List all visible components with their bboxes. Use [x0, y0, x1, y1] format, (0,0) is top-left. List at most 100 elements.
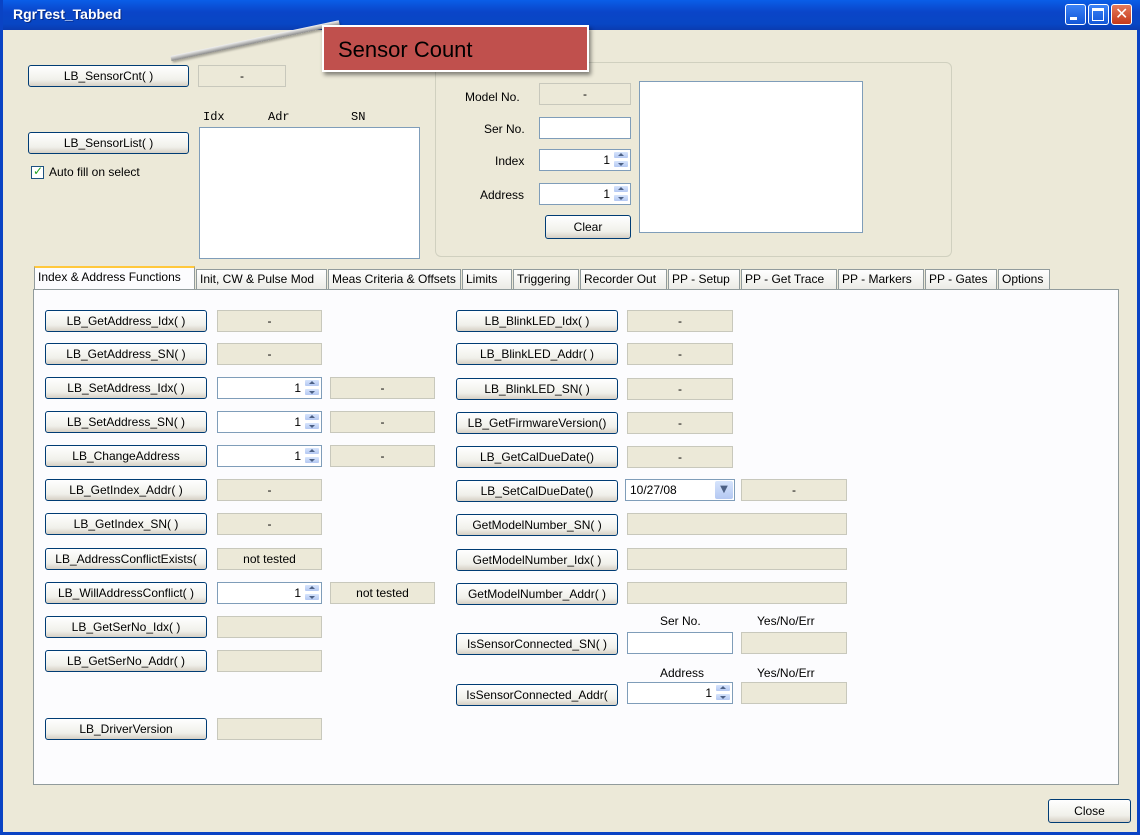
sensor-count-callout: Sensor Count — [322, 25, 589, 72]
get-index-addr-button[interactable]: LB_GetIndex_Addr( ) — [45, 479, 207, 501]
get-serno-idx-button[interactable]: LB_GetSerNo_Idx( ) — [45, 616, 207, 638]
spinner-value: 1 — [294, 415, 301, 429]
address-conflict-exists-value: not tested — [217, 548, 322, 570]
change-address-spinner[interactable]: 1 — [217, 445, 322, 467]
chevron-down-icon[interactable]: ▼ — [715, 481, 733, 499]
spinner-arrows-icon[interactable] — [613, 185, 629, 203]
tab-triggering[interactable]: Triggering — [513, 269, 579, 289]
address-spinner[interactable]: 1 — [539, 183, 631, 205]
ser-no-input[interactable] — [539, 117, 631, 139]
column-sn-header: SN — [351, 110, 366, 124]
set-address-idx-spinner[interactable]: 1 — [217, 377, 322, 399]
column-adr-header: Adr — [268, 110, 290, 124]
tab-pp-get-trace[interactable]: PP - Get Trace — [741, 269, 837, 289]
get-model-number-addr-button[interactable]: GetModelNumber_Addr( ) — [456, 583, 618, 605]
close-icon: ✕ — [1115, 4, 1129, 23]
maximize-icon — [1092, 8, 1104, 21]
get-index-sn-button[interactable]: LB_GetIndex_SN( ) — [45, 513, 207, 535]
is-sensor-connected-sn-button[interactable]: IsSensorConnected_SN( ) — [456, 633, 618, 655]
tab-recorder-out[interactable]: Recorder Out — [580, 269, 667, 289]
get-firmware-version-value: - — [627, 412, 733, 434]
blink-led-idx-value: - — [627, 310, 733, 332]
tab-pp-markers[interactable]: PP - Markers — [838, 269, 924, 289]
is-sensor-connected-addr-value — [741, 682, 847, 704]
set-cal-due-date-button[interactable]: LB_SetCalDueDate() — [456, 480, 618, 502]
get-model-number-idx-button[interactable]: GetModelNumber_Idx( ) — [456, 549, 618, 571]
get-model-number-sn-value — [627, 513, 847, 535]
set-cal-due-date-value: - — [741, 479, 847, 501]
get-address-idx-button[interactable]: LB_GetAddress_Idx( ) — [45, 310, 207, 332]
change-address-button[interactable]: LB_ChangeAddress — [45, 445, 207, 467]
tab-options[interactable]: Options — [998, 269, 1050, 289]
spinner-arrows-icon[interactable] — [715, 684, 731, 702]
sensor-list-box[interactable] — [199, 127, 420, 259]
index-label: Index — [495, 154, 525, 168]
index-spinner[interactable]: 1 — [539, 149, 631, 171]
minimize-button[interactable] — [1065, 4, 1086, 25]
spinner-arrows-icon[interactable] — [304, 447, 320, 465]
will-address-conflict-button[interactable]: LB_WillAddressConflict( ) — [45, 582, 207, 604]
close-window-button[interactable]: ✕ — [1111, 4, 1132, 25]
tab-pp-setup[interactable]: PP - Setup — [668, 269, 740, 289]
spinner-arrows-icon[interactable] — [304, 379, 320, 397]
clear-button[interactable]: Clear — [545, 215, 631, 239]
set-address-sn-button[interactable]: LB_SetAddress_SN( ) — [45, 411, 207, 433]
change-address-value: - — [330, 445, 435, 467]
driver-version-button[interactable]: LB_DriverVersion — [45, 718, 207, 740]
is-sensor-connected-sn-input[interactable] — [627, 632, 733, 654]
set-address-sn-spinner[interactable]: 1 — [217, 411, 322, 433]
tab-index-address[interactable]: Index & Address Functions — [34, 266, 195, 290]
blink-led-sn-button[interactable]: LB_BlinkLED_SN( ) — [456, 378, 618, 400]
get-cal-due-date-button[interactable]: LB_GetCalDueDate() — [456, 446, 618, 468]
get-model-number-idx-value — [627, 548, 847, 570]
app-window: RgrTest_Tabbed ✕ LB_SensorCnt( ) - Idx A… — [0, 0, 1140, 835]
cal-date-picker[interactable]: 10/27/08 ▼ — [625, 479, 735, 501]
tab-limits[interactable]: Limits — [462, 269, 512, 289]
address-header: Address — [660, 666, 705, 680]
sensor-details-box[interactable] — [639, 81, 863, 233]
blink-led-idx-button[interactable]: LB_BlinkLED_Idx( ) — [456, 310, 618, 332]
sensor-count-button[interactable]: LB_SensorCnt( ) — [28, 65, 189, 87]
sensor-list-button[interactable]: LB_SensorList( ) — [28, 132, 189, 154]
address-conflict-exists-button[interactable]: LB_AddressConflictExists( — [45, 548, 207, 570]
ser-no-header: Ser No. — [660, 614, 701, 628]
autofill-checkbox[interactable]: ✓ — [31, 164, 44, 179]
index-value: 1 — [603, 153, 610, 167]
ser-no-label: Ser No. — [484, 122, 525, 136]
blink-led-sn-value: - — [627, 378, 733, 400]
get-cal-due-date-value: - — [627, 446, 733, 468]
get-address-sn-button[interactable]: LB_GetAddress_SN( ) — [45, 343, 207, 365]
close-button[interactable]: Close — [1048, 799, 1131, 823]
spinner-arrows-icon[interactable] — [613, 151, 629, 169]
get-address-idx-value: - — [217, 310, 322, 332]
model-no-value: - — [539, 83, 631, 105]
spinner-arrows-icon[interactable] — [304, 584, 320, 602]
cal-date-value: 10/27/08 — [630, 483, 677, 497]
yes-no-err-header: Yes/No/Err — [757, 666, 815, 680]
spinner-arrows-icon[interactable] — [304, 413, 320, 431]
maximize-button[interactable] — [1088, 4, 1109, 25]
set-address-idx-value: - — [330, 377, 435, 399]
get-serno-idx-value — [217, 616, 322, 638]
is-sensor-connected-addr-button[interactable]: IsSensorConnected_Addr( — [456, 684, 618, 706]
spinner-value: 1 — [294, 381, 301, 395]
get-firmware-version-button[interactable]: LB_GetFirmwareVersion() — [456, 412, 618, 434]
blink-led-addr-button[interactable]: LB_BlinkLED_Addr( ) — [456, 343, 618, 365]
get-model-number-sn-button[interactable]: GetModelNumber_SN( ) — [456, 514, 618, 536]
will-address-conflict-value: not tested — [330, 582, 435, 604]
get-serno-addr-value — [217, 650, 322, 672]
get-serno-addr-button[interactable]: LB_GetSerNo_Addr( ) — [45, 650, 207, 672]
tab-init-cw-pulse[interactable]: Init, CW & Pulse Mod — [196, 269, 327, 289]
blink-led-addr-value: - — [627, 343, 733, 365]
will-address-conflict-spinner[interactable]: 1 — [217, 582, 322, 604]
model-no-label: Model No. — [465, 90, 520, 104]
set-address-sn-value: - — [330, 411, 435, 433]
tab-meas-criteria[interactable]: Meas Criteria & Offsets — [328, 269, 461, 289]
yes-no-err-header: Yes/No/Err — [757, 614, 815, 628]
spinner-value: 1 — [294, 449, 301, 463]
spinner-value: 1 — [294, 586, 301, 600]
tab-pp-gates[interactable]: PP - Gates — [925, 269, 997, 289]
is-sensor-connected-addr-spinner[interactable]: 1 — [627, 682, 733, 704]
set-address-idx-button[interactable]: LB_SetAddress_Idx( ) — [45, 377, 207, 399]
address-value: 1 — [603, 187, 610, 201]
